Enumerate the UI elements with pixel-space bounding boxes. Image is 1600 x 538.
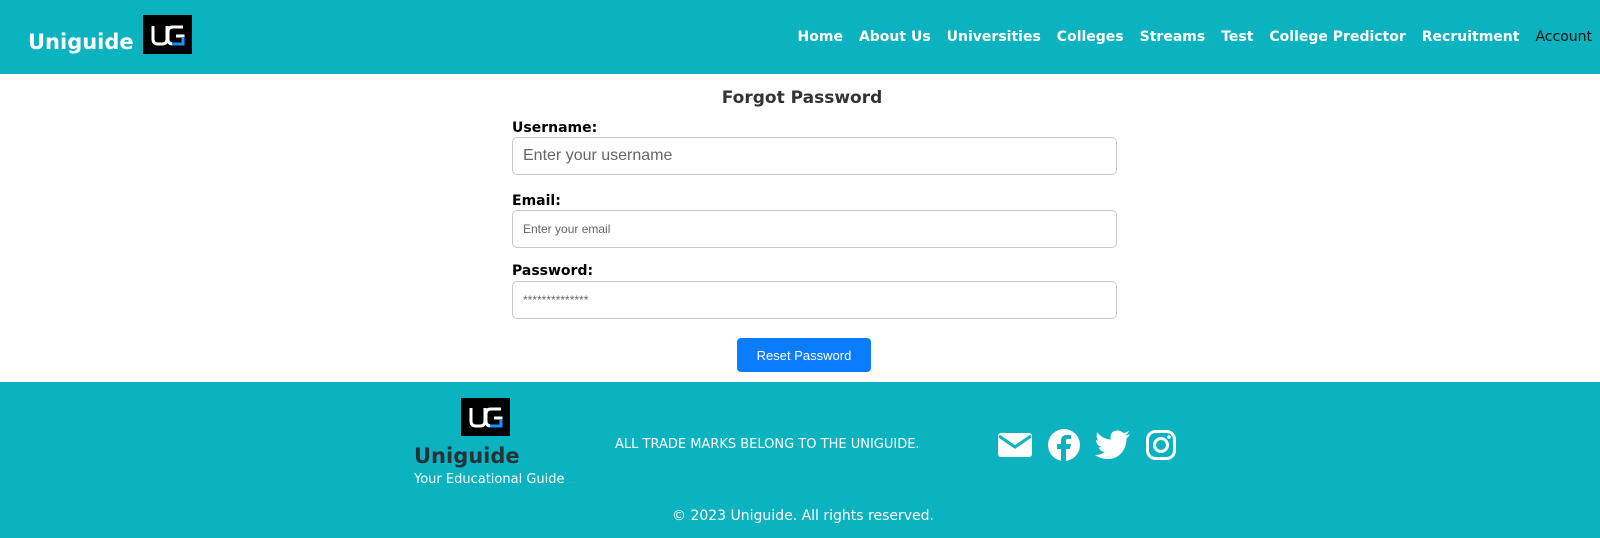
ug-logo-icon: [469, 407, 502, 428]
ug-logo-icon: [151, 25, 184, 45]
password-input[interactable]: [512, 281, 1117, 319]
nav-home[interactable]: Home: [798, 29, 843, 45]
password-label: Password:: [512, 263, 594, 279]
forgot-password-form: Forgot Password Username: Email: Passwor…: [0, 74, 1600, 382]
envelope-icon[interactable]: [997, 431, 1033, 459]
site-footer: Uniguide Your Educational Guide ALL TRAD…: [0, 382, 1600, 538]
nav-recruitment[interactable]: Recruitment: [1422, 29, 1520, 45]
page-title: Forgot Password: [721, 88, 883, 108]
main-nav: Home About Us Universities Colleges Stre…: [798, 26, 1600, 48]
username-input[interactable]: [512, 137, 1117, 175]
nav-account[interactable]: Account: [1535, 29, 1592, 45]
facebook-icon[interactable]: [1047, 428, 1081, 462]
brand-name[interactable]: Uniguide: [28, 30, 134, 54]
nav-colleges[interactable]: Colleges: [1057, 29, 1124, 45]
reset-password-button[interactable]: Reset Password: [737, 338, 871, 372]
nav-college-predictor[interactable]: College Predictor: [1269, 29, 1405, 45]
site-header: Uniguide Home About Us Universities Coll…: [0, 0, 1600, 74]
footer-logo: [461, 398, 510, 436]
email-input[interactable]: [512, 210, 1117, 248]
copyright-text: © 2023 Uniguide. All rights reserved.: [672, 508, 934, 524]
trademark-notice: ALL TRADE MARKS BELONG TO THE UNIGUIDE.: [615, 437, 920, 452]
twitter-icon[interactable]: [1095, 430, 1131, 460]
social-links: [997, 428, 1191, 462]
email-label: Email:: [512, 193, 561, 209]
username-label: Username:: [512, 120, 598, 136]
footer-brand: Uniguide: [414, 444, 520, 468]
footer-tagline: Your Educational Guide: [414, 472, 565, 487]
brand-logo[interactable]: [143, 15, 192, 54]
nav-universities[interactable]: Universities: [947, 29, 1041, 45]
instagram-icon[interactable]: [1145, 429, 1177, 461]
nav-streams[interactable]: Streams: [1140, 29, 1206, 45]
nav-test[interactable]: Test: [1221, 29, 1253, 45]
nav-about-us[interactable]: About Us: [859, 29, 931, 45]
